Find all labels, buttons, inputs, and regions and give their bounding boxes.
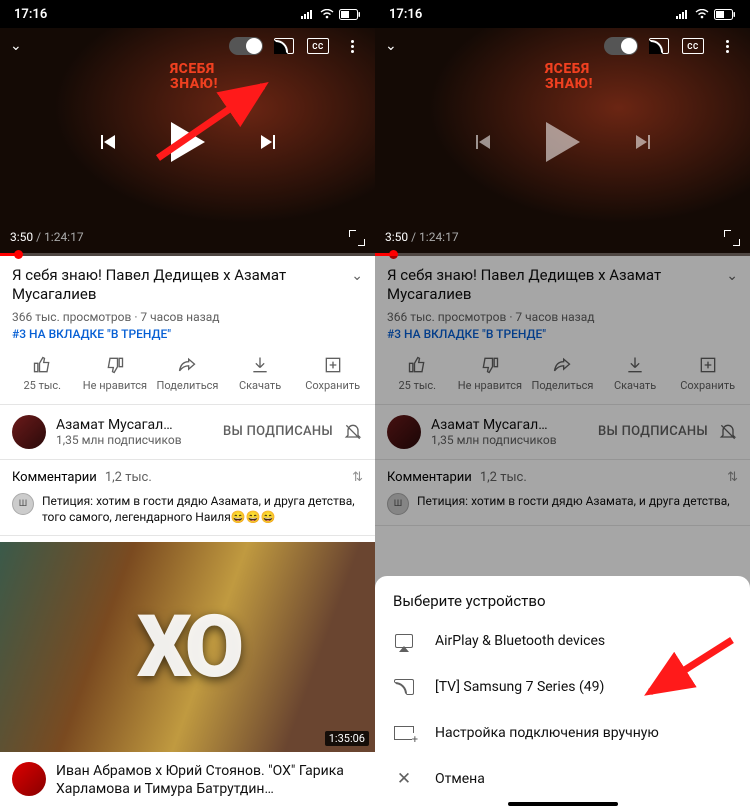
video-title: Я себя знаю! Павел Дедищев х Азамат Муса…	[12, 266, 343, 304]
notifications-button[interactable]	[343, 422, 363, 442]
video-meta[interactable]: Я себя знаю! Павел Дедищев х Азамат Муса…	[0, 256, 375, 345]
channel-name: Азамат Мусагал…	[56, 417, 213, 433]
screenshot-right: 17:16 ЯСЕБЯ ЗНАЮ! ⌄ CC 3:50 / 1:24:17	[375, 0, 750, 810]
notifications-button	[718, 422, 738, 442]
comments-section: Комментарии1,2 тыс.⇅ ШПетиция: хотим в г…	[375, 460, 750, 526]
suggested-title: Иван Абрамов х Юрий Стоянов. "ОХ" Гарика…	[56, 762, 363, 798]
status-icons	[301, 9, 361, 20]
suggested-video[interactable]: XO 1:35:06 Иван Абрамов х Юрий Стоянов. …	[0, 542, 375, 802]
total-time: 1:24:17	[44, 230, 84, 244]
home-indicator[interactable]	[508, 802, 618, 806]
commenter-avatar: Ш	[12, 493, 34, 515]
suggested-channel-avatar[interactable]	[12, 762, 46, 796]
top-comment: Петиция: хотим в гости дядю Азамата, и д…	[42, 493, 363, 525]
sheet-option-manual[interactable]: Настройка подключения вручную	[375, 710, 750, 756]
channel-row: Азамат Мусагал… 1,35 млн подписчиков ВЫ …	[375, 405, 750, 460]
suggested-duration: 1:35:06	[325, 731, 369, 746]
subscribed-label: ВЫ ПОДПИСАНЫ	[598, 424, 708, 439]
video-player[interactable]: ЯСЕБЯ ЗНАЮ! ⌄ CC 3:50 / 1:24:17	[0, 28, 375, 256]
video-meta: Я себя знаю! Павел Дедищев х Азамат Муса…	[375, 256, 750, 345]
share-button: Поделиться	[526, 355, 599, 392]
like-button[interactable]: 25 тыс.	[6, 355, 79, 392]
collapse-icon[interactable]: ⌄	[385, 38, 397, 54]
next-button[interactable]	[261, 135, 275, 149]
share-button[interactable]: Поделиться	[151, 355, 224, 392]
manual-setup-icon	[393, 724, 415, 742]
battery-icon	[339, 9, 361, 20]
collapse-icon[interactable]: ⌄	[10, 38, 22, 54]
video-views-age: 366 тыс. просмотров · 7 часов назад	[387, 310, 738, 324]
current-time: 3:50	[10, 230, 33, 244]
trending-badge[interactable]: #3 НА ВКЛАДКЕ "В ТРЕНДЕ"	[12, 327, 363, 341]
comments-count: 1,2 тыс.	[105, 470, 152, 485]
time-display: 3:50 / 1:24:17	[385, 230, 459, 244]
video-title: Я себя знаю! Павел Дедищев х Азамат Муса…	[387, 266, 718, 304]
channel-subs: 1,35 млн подписчиков	[431, 433, 588, 447]
play-button[interactable]	[546, 122, 580, 162]
dislike-button: Не нравится	[454, 355, 527, 392]
more-button[interactable]	[714, 36, 740, 56]
sheet-title: Выберите устройство	[375, 576, 750, 618]
top-comment-truncated: Петиция: хотим в гости дядю Азамата, и д…	[417, 493, 730, 509]
cast-device-sheet: Выберите устройство AirPlay & Bluetooth …	[375, 576, 750, 810]
cast-button[interactable]	[271, 36, 297, 56]
save-button: Сохранить	[671, 355, 744, 392]
autoplay-toggle[interactable]	[604, 37, 638, 55]
suggested-thumbnail[interactable]: XO 1:35:06	[0, 542, 375, 752]
status-time: 17:16	[389, 7, 422, 22]
cast-button[interactable]	[646, 36, 672, 56]
like-button: 25 тыс.	[381, 355, 454, 392]
action-bar: 25 тыс. Не нравится Поделиться Скачать С…	[0, 345, 375, 405]
screenshot-left: 17:16 ЯСЕБЯ ЗНАЮ! ⌄ CC 3:50 / 1:24:17	[0, 0, 375, 810]
captions-button[interactable]: CC	[680, 36, 706, 56]
more-button[interactable]	[339, 36, 365, 56]
status-bar: 17:16	[375, 0, 750, 28]
show-logo-text: ЯСЕБЯ ЗНАЮ!	[170, 62, 218, 91]
cast-icon	[393, 678, 415, 696]
dislike-button[interactable]: Не нравится	[79, 355, 152, 392]
previous-button[interactable]	[476, 135, 490, 149]
video-player[interactable]: ЯСЕБЯ ЗНАЮ! ⌄ CC 3:50 / 1:24:17	[375, 28, 750, 256]
expand-description-icon[interactable]: ⌄	[351, 268, 363, 304]
previous-button[interactable]	[101, 135, 115, 149]
video-views-age: 366 тыс. просмотров · 7 часов назад	[12, 310, 363, 324]
close-icon: ✕	[393, 770, 415, 788]
captions-button[interactable]: CC	[305, 36, 331, 56]
download-button: Скачать	[599, 355, 672, 392]
sheet-option-tv[interactable]: [TV] Samsung 7 Series (49)	[375, 664, 750, 710]
status-icons	[676, 9, 736, 20]
fullscreen-button[interactable]	[349, 230, 365, 246]
channel-avatar[interactable]	[12, 415, 46, 449]
download-button[interactable]: Скачать	[224, 355, 297, 392]
trending-badge: #3 НА ВКЛАДКЕ "В ТРЕНДЕ"	[387, 327, 738, 341]
comments-label: Комментарии	[12, 470, 97, 485]
next-button[interactable]	[636, 135, 650, 149]
play-button[interactable]	[171, 122, 205, 162]
show-logo-text: ЯСЕБЯ ЗНАЮ!	[545, 62, 593, 91]
sheet-option-cancel[interactable]: ✕ Отмена	[375, 756, 750, 802]
time-display: 3:50 / 1:24:17	[10, 230, 84, 244]
sheet-option-airplay[interactable]: AirPlay & Bluetooth devices	[375, 618, 750, 664]
airplay-icon	[393, 632, 415, 650]
channel-subs: 1,35 млн подписчиков	[56, 433, 213, 447]
expand-description-icon: ⌄	[726, 268, 738, 304]
wifi-icon	[695, 9, 709, 19]
action-bar: 25 тыс. Не нравится Поделиться Скачать С…	[375, 345, 750, 405]
fullscreen-button[interactable]	[724, 230, 740, 246]
expand-comments-icon[interactable]: ⇅	[352, 470, 363, 485]
battery-icon	[714, 9, 736, 20]
content-area: Я себя знаю! Павел Дедищев х Азамат Муса…	[0, 256, 375, 810]
channel-name: Азамат Мусагал…	[431, 417, 588, 433]
channel-row[interactable]: Азамат Мусагал… 1,35 млн подписчиков ВЫ …	[0, 405, 375, 460]
status-bar: 17:16	[0, 0, 375, 28]
subscribed-label[interactable]: ВЫ ПОДПИСАНЫ	[223, 424, 333, 439]
status-time: 17:16	[14, 7, 47, 22]
wifi-icon	[320, 9, 334, 19]
channel-avatar	[387, 415, 421, 449]
comments-section[interactable]: Комментарии 1,2 тыс. ⇅ Ш Петиция: хотим …	[0, 460, 375, 536]
save-button[interactable]: Сохранить	[296, 355, 369, 392]
autoplay-toggle[interactable]	[229, 37, 263, 55]
